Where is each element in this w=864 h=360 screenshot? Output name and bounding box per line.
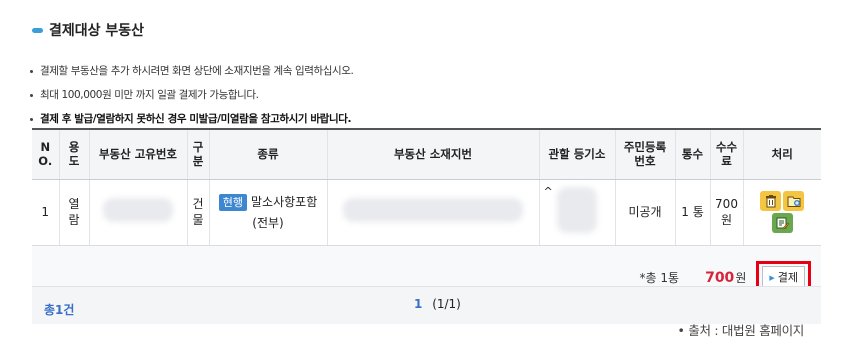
cell-division: 건 물 <box>186 179 209 246</box>
summary-amount: 700 <box>705 270 735 286</box>
bullet-icon <box>30 117 33 121</box>
note-text: 최대 100,000원 미만 까지 일괄 결제가 가능합니다. <box>40 89 259 101</box>
table-row: 1 열 람 건 물 현행 말소사항포함 (전부) ^ 미공개 1 통 700 원 <box>32 179 821 246</box>
section-title: 결제대상 부동산 <box>32 20 144 40</box>
office-mark: ^ <box>543 184 553 198</box>
header-unique-number: 부동산 고유번호 <box>88 129 187 180</box>
add-document-icon[interactable] <box>783 191 805 211</box>
title-marker-icon <box>32 27 43 33</box>
header-registry-office: 관할 등기소 <box>538 129 615 180</box>
cell-address <box>326 179 539 246</box>
header-use: 용 도 <box>58 129 89 180</box>
cell-no: 1 <box>32 179 59 246</box>
page-current[interactable]: 1 <box>414 297 422 311</box>
bullet-icon <box>30 93 33 97</box>
header-address: 부동산 소재지번 <box>326 129 539 180</box>
cell-action <box>742 179 821 246</box>
note-item: 결제할 부동산을 추가 하시려면 화면 상단에 소재지번을 계속 입력하십시오. <box>30 59 354 83</box>
note-item: 최대 100,000원 미만 까지 일괄 결제가 가능합니다. <box>30 83 354 107</box>
summary-unit: 원 <box>735 271 747 285</box>
cell-registry-office: ^ <box>538 179 615 246</box>
kind-subtext: (전부) <box>252 215 284 230</box>
total-count: 총1건 <box>44 303 75 317</box>
source-caption: • 출처 : 대법원 홈페이지 <box>677 323 805 338</box>
cell-fee: 700 원 <box>709 179 743 246</box>
header-action: 처리 <box>742 129 821 180</box>
cell-copies: 1 통 <box>674 179 710 246</box>
pagination-bar: 총1건 1 (1/1) <box>32 286 821 324</box>
section-title-text: 결제대상 부동산 <box>49 23 145 39</box>
cell-unique-number <box>88 179 187 246</box>
table-header-row: N O. 용 도 부동산 고유번호 구 분 종류 부동산 소재지번 관할 등기소… <box>32 129 821 180</box>
pay-button-label: 결제 <box>777 271 798 284</box>
header-resident-number: 주민등록 번호 <box>614 129 675 180</box>
note-text: 결제할 부동산을 추가 하시려면 화면 상단에 소재지번을 계속 입력하십시오. <box>40 65 354 77</box>
cell-resident-number: 미공개 <box>614 179 675 246</box>
cell-use: 열 람 <box>58 179 89 246</box>
redacted-registry-office <box>557 187 597 233</box>
header-division: 구 분 <box>186 129 209 180</box>
header-no: N O. <box>32 129 59 180</box>
status-badge: 현행 <box>218 193 247 211</box>
kind-text: 말소사항포함 <box>251 194 318 209</box>
header-kind: 종류 <box>208 129 327 180</box>
action-icons <box>757 190 807 234</box>
page-info: (1/1) <box>432 297 461 311</box>
header-fee: 수수 료 <box>709 129 743 180</box>
delete-icon[interactable] <box>760 191 782 211</box>
cell-kind: 현행 말소사항포함 (전부) <box>208 179 327 246</box>
pager: 1 (1/1) <box>414 297 461 311</box>
bullet-icon <box>30 69 33 73</box>
notes-list: 결제할 부동산을 추가 하시려면 화면 상단에 소재지번을 계속 입력하십시오.… <box>30 59 354 131</box>
edit-document-icon[interactable] <box>771 213 793 233</box>
redacted-unique-number <box>103 198 173 222</box>
header-copies: 통수 <box>674 129 710 180</box>
arrow-right-icon: ▶ <box>769 274 775 282</box>
summary-count: *총 1통 <box>639 271 680 285</box>
payment-table: N O. 용 도 부동산 고유번호 구 분 종류 부동산 소재지번 관할 등기소… <box>32 128 821 312</box>
redacted-address <box>343 198 523 222</box>
